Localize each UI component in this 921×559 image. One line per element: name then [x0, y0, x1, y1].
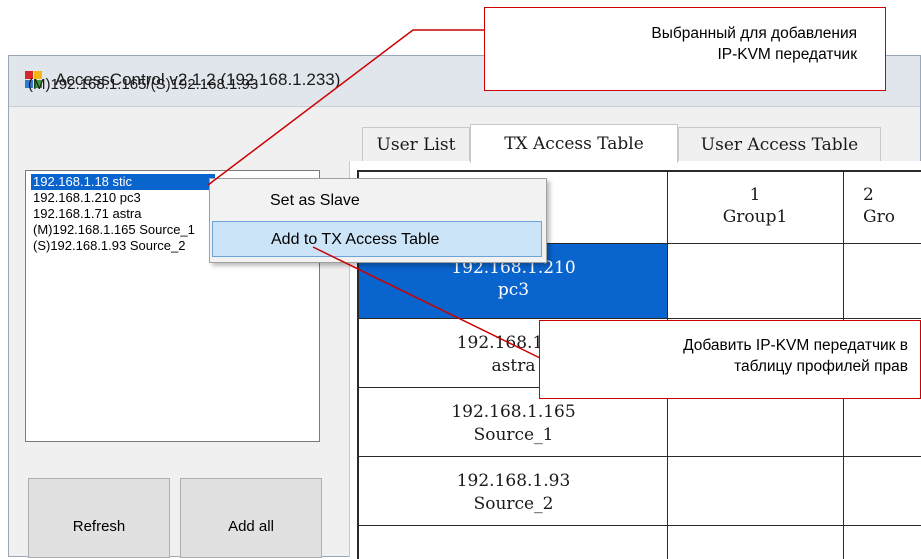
- callout-add-transmitter: Добавить IP-KVM передатчик в таблицу про…: [539, 320, 921, 399]
- callout-selected-transmitter: Выбранный для добавления IP-KVM передатч…: [484, 7, 886, 91]
- callout-line: IP-KVM передатчик: [717, 46, 857, 63]
- callout-line: Выбранный для добавления: [651, 25, 857, 42]
- callout-line: таблицу профилей прав: [734, 358, 908, 375]
- callout-line: Добавить IP-KVM передатчик в: [683, 337, 908, 354]
